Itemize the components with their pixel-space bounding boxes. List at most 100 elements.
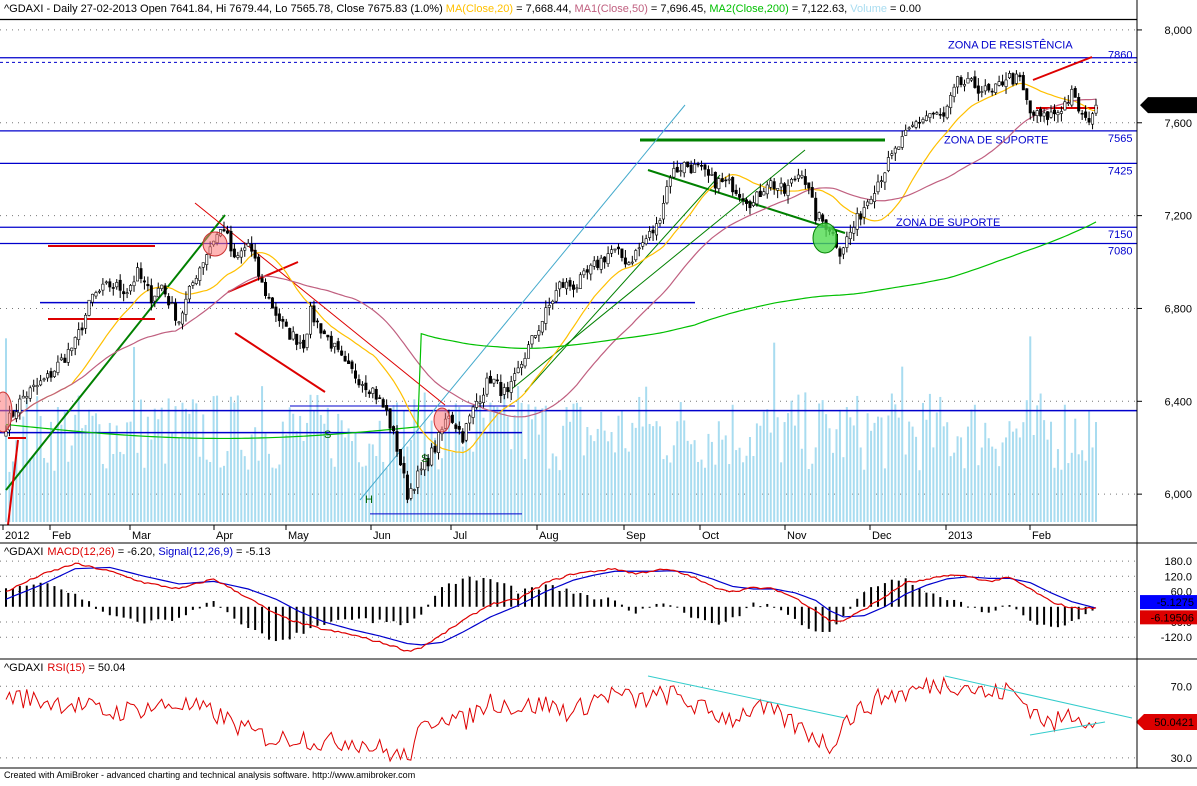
macd-histogram-bar xyxy=(1050,606,1053,627)
volume-bar xyxy=(344,437,347,522)
candle-body xyxy=(70,347,74,352)
volume-bar xyxy=(63,411,66,522)
volume-bar xyxy=(991,446,994,522)
volume-bar xyxy=(748,437,751,522)
candle-body xyxy=(987,83,991,91)
volume-bar xyxy=(537,434,540,522)
macd-histogram-bar xyxy=(593,599,596,607)
time-tick-label: Feb xyxy=(52,530,71,542)
time-tick-label: Feb xyxy=(1032,530,1051,542)
volume-bar xyxy=(451,452,454,522)
candle-body xyxy=(260,278,264,283)
volume-bar xyxy=(530,419,533,522)
candle-body xyxy=(187,286,191,300)
volume-bar xyxy=(178,438,181,522)
candle-body xyxy=(1042,112,1046,117)
volume-bar xyxy=(880,417,883,522)
volume-bar xyxy=(492,406,495,522)
volume-bar xyxy=(354,432,357,522)
macd-histogram-bar xyxy=(787,606,790,615)
volume-bar xyxy=(299,415,302,522)
volume-bar xyxy=(700,459,703,522)
macd-legend: MACD(12,26) xyxy=(47,546,114,558)
volume-bar xyxy=(870,430,873,522)
volume-bar xyxy=(1008,421,1011,522)
volume-bar xyxy=(821,400,824,522)
time-tick-label: Mar xyxy=(132,530,151,542)
volume-bar xyxy=(184,408,187,522)
price-tick-label: 6,000 xyxy=(1164,489,1192,501)
candle-body xyxy=(741,198,745,201)
volume-bar xyxy=(340,420,343,522)
macd-histogram-bar xyxy=(337,606,340,620)
volume-bar xyxy=(877,416,879,522)
volume-bar xyxy=(1043,420,1046,522)
volume-bar xyxy=(49,421,52,522)
macd-histogram-bar xyxy=(364,606,367,619)
volume-bar xyxy=(378,420,381,522)
candle-body xyxy=(433,445,437,453)
volume-bar xyxy=(126,422,129,522)
candle-body xyxy=(779,182,783,188)
macd-histogram-bar xyxy=(669,605,672,607)
candle-body xyxy=(56,361,60,373)
volume-legend: Volume xyxy=(850,3,887,15)
price-tick-label: 6,400 xyxy=(1164,396,1192,408)
candle-body xyxy=(457,426,461,430)
candle-body xyxy=(696,163,700,166)
time-tick-label: May xyxy=(288,530,309,542)
volume-bar xyxy=(316,395,319,522)
volume-bar xyxy=(755,423,758,522)
candle-body xyxy=(1025,88,1029,101)
candle-body xyxy=(1073,88,1077,98)
macd-histogram-bar xyxy=(724,606,727,622)
volume-bar xyxy=(70,445,73,522)
macd-histogram-bar xyxy=(115,606,118,617)
volume-bar xyxy=(81,428,84,522)
candle-body xyxy=(402,462,406,474)
candle-body xyxy=(814,197,818,221)
macd-histogram-bar xyxy=(357,606,360,619)
macd-histogram-bar xyxy=(178,606,181,618)
macd-histogram-bar xyxy=(1015,606,1018,610)
volume-bar xyxy=(683,420,686,522)
volume-bar xyxy=(375,455,378,522)
macd-histogram-bar xyxy=(634,606,637,614)
macd-histogram-bar xyxy=(434,595,437,607)
candle-body xyxy=(675,166,679,173)
candle-body xyxy=(267,296,271,299)
time-tick-label: Apr xyxy=(216,530,233,542)
candle-body xyxy=(437,432,441,453)
candle-body xyxy=(412,489,416,491)
macd-value: = -6.20, xyxy=(115,546,159,558)
macd-histogram-bar xyxy=(108,606,111,616)
volume-bar xyxy=(306,422,309,522)
candle-body xyxy=(966,78,970,84)
volume-bar xyxy=(475,401,478,522)
time-tick-label: Dec xyxy=(872,530,892,542)
candle-body xyxy=(142,280,146,283)
volume-bar xyxy=(302,440,305,522)
volume-bar xyxy=(569,421,572,522)
candle-body xyxy=(492,378,496,384)
macd-histogram-bar xyxy=(558,590,561,607)
macd-histogram-bar xyxy=(205,602,208,607)
macd-histogram-bar xyxy=(745,606,748,609)
candle-body xyxy=(997,81,1001,86)
candle-body xyxy=(156,287,160,298)
candle-body xyxy=(111,287,115,289)
candle-body xyxy=(350,361,354,369)
volume-bar xyxy=(216,395,219,522)
candle-body xyxy=(914,121,918,128)
candle-body xyxy=(783,183,787,194)
candle-body xyxy=(129,285,133,292)
volume-bar xyxy=(710,441,713,522)
candle-body xyxy=(374,388,378,400)
candle-body xyxy=(803,176,807,185)
candle-body xyxy=(755,191,759,205)
candle-body xyxy=(596,259,600,268)
candle-body xyxy=(810,187,814,198)
rsi-pane-title: ^GDAXI RSI(15) = 50.04 xyxy=(4,662,125,674)
macd-histogram-bar xyxy=(987,606,990,613)
macd-histogram-bar xyxy=(579,593,582,607)
